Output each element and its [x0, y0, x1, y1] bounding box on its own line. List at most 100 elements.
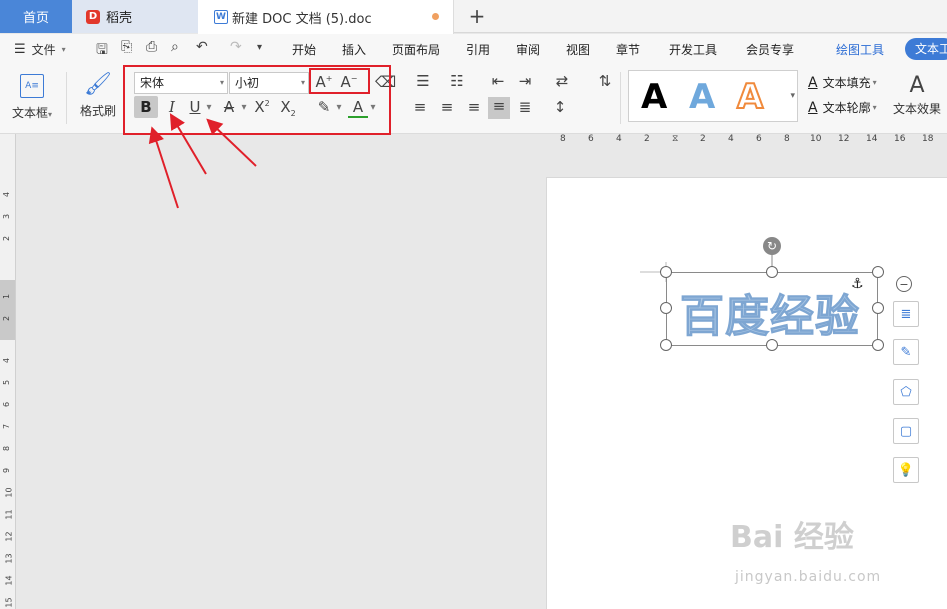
shape-style-brush-icon[interactable]: ✎ — [893, 339, 919, 365]
format-painter-button[interactable]: 🖌 格式刷 — [80, 72, 116, 119]
textbox-button[interactable]: A≡ 文本框▾ — [12, 74, 52, 121]
ruler-tick: 8 — [784, 134, 790, 144]
ruler-tick: 5 — [2, 379, 12, 386]
vertical-ruler: 4 3 2 1 2 4 5 6 7 8 9 10 11 12 13 14 15 — [0, 134, 16, 609]
shape-outline-icon[interactable]: ▢ — [893, 418, 919, 444]
style-black-a[interactable]: A — [641, 77, 667, 117]
text-fill-label: 文本填充 — [822, 76, 871, 90]
hamburger-icon: ☰ — [14, 42, 26, 57]
menu-item-start[interactable]: 开始 — [292, 41, 316, 58]
ruler-tick: 14 — [866, 134, 878, 144]
tab-document[interactable]: W 新建 DOC 文档 (5).doc — [198, 0, 454, 34]
resize-handle[interactable] — [872, 302, 884, 314]
menu-item-chapter[interactable]: 章节 — [616, 41, 640, 58]
gallery-more-icon[interactable]: ▾ — [790, 91, 795, 101]
resize-handle[interactable] — [766, 266, 778, 278]
menu-item-dev-tools[interactable]: 开发工具 — [669, 41, 717, 58]
menu-item-member[interactable]: 会员专享 — [746, 41, 794, 58]
textbox-label: 文本框 — [12, 106, 49, 120]
watermark-url: jingyan.baidu.com — [735, 569, 882, 585]
print-icon[interactable]: ⎙ — [146, 39, 157, 55]
text-box-content[interactable]: 百度经验 — [680, 280, 860, 344]
style-orange-outline-a[interactable]: A — [736, 76, 764, 118]
text-effect-icon: A — [909, 73, 925, 98]
text-fill-button[interactable]: A 文本填充 ▾ — [808, 74, 877, 91]
resize-handle[interactable] — [660, 266, 672, 278]
ruler-tick: 6 — [588, 134, 594, 144]
ruler-tick: 14 — [4, 575, 14, 586]
align-center-icon[interactable]: ≡ — [437, 98, 457, 116]
redo-icon[interactable]: ↷ — [230, 39, 242, 55]
ruler-tick: 1 — [2, 293, 12, 300]
bullet-list-icon[interactable]: ☰ — [413, 72, 433, 90]
watermark-logo: Bai 经验 — [730, 520, 854, 555]
separator — [620, 72, 621, 124]
layout-options-icon[interactable]: ≣ — [893, 301, 919, 327]
numbered-list-icon[interactable]: ☷ — [447, 72, 467, 90]
decrease-indent-icon[interactable]: ⇤ — [488, 72, 508, 90]
idea-lightbulb-icon[interactable]: 💡 — [893, 457, 919, 483]
resize-handle[interactable] — [660, 339, 672, 351]
ruler-tick: 4 — [616, 134, 622, 144]
rotate-handle-icon[interactable]: ↻ — [763, 237, 781, 255]
ruler-tick: 8 — [2, 445, 12, 452]
ruler-tick: 6 — [2, 401, 12, 408]
increase-indent-icon[interactable]: ⇥ — [515, 72, 535, 90]
ruler-indent-marker[interactable]: ⧖ — [672, 134, 678, 144]
menu-item-review[interactable]: 审阅 — [516, 41, 540, 58]
tab-text-tools-label: 文本工 — [915, 42, 947, 56]
ruler-tick: 10 — [4, 487, 14, 498]
text-direction-icon[interactable]: ⇄ — [552, 72, 572, 90]
ruler-tick: 4 — [2, 357, 12, 364]
anchor-icon: ⚓ — [851, 276, 864, 292]
ruler-tick: 9 — [2, 467, 12, 474]
separator — [66, 72, 67, 124]
align-right-icon[interactable]: ≡ — [464, 98, 484, 116]
file-menu[interactable]: ☰ 文件 ▾ — [14, 41, 66, 58]
undo-icon[interactable]: ↶ — [196, 39, 208, 55]
sort-icon[interactable]: ⇅ — [595, 72, 615, 90]
style-blue-a[interactable]: A — [689, 77, 715, 117]
ruler-tick: 4 — [2, 191, 12, 198]
chevron-down-icon: ▾ — [872, 78, 877, 87]
resize-handle[interactable] — [766, 339, 778, 351]
unsaved-dot-icon — [432, 13, 439, 20]
file-menu-label: 文件 — [31, 43, 56, 57]
new-tab-plus-icon[interactable]: + — [466, 4, 488, 28]
ruler-tick: 3 — [2, 213, 12, 220]
menu-item-view[interactable]: 视图 — [566, 41, 590, 58]
resize-handle[interactable] — [872, 339, 884, 351]
menu-item-drawing-tools[interactable]: 绘图工具 — [836, 41, 884, 58]
align-left-icon[interactable]: ≡ — [410, 98, 430, 116]
menu-bar: ☰ 文件 ▾ 🖫 ⎘ ⎙ ⌕ ↶ ↷ ▾ 开始 插入 页面布局 引用 审阅 视图… — [0, 34, 947, 64]
tab-home[interactable]: 首页 — [0, 0, 72, 33]
tab-home-label: 首页 — [22, 11, 49, 26]
annotation-arrows — [148, 113, 257, 209]
tab-daoke[interactable]: D 稻壳 — [72, 0, 198, 33]
text-style-gallery[interactable]: A A A ▾ — [628, 70, 798, 122]
menu-item-reference[interactable]: 引用 — [466, 41, 490, 58]
ruler-tick: 12 — [838, 134, 850, 144]
menu-item-page-layout[interactable]: 页面布局 — [392, 41, 440, 58]
tab-bar: 首页 D 稻壳 W 新建 DOC 文档 (5).doc + — [0, 0, 947, 34]
ruler-tick: 8 — [560, 134, 566, 144]
justify-icon[interactable]: ≡ — [488, 97, 510, 119]
quick-access-dropdown-icon[interactable]: ▾ — [257, 42, 262, 53]
ruler-tick: 15 — [4, 597, 14, 608]
print-preview-icon[interactable]: ⌕ — [171, 39, 179, 55]
menu-item-insert[interactable]: 插入 — [342, 41, 366, 58]
tab-text-tools[interactable]: 文本工 — [905, 38, 947, 60]
format-painter-label: 格式刷 — [80, 104, 117, 118]
ruler-tick: 10 — [810, 134, 822, 144]
horizontal-ruler: 8 6 4 2 ⧖ 2 4 6 8 10 12 14 16 18 — [546, 134, 947, 148]
fill-bucket-icon[interactable]: ⬠ — [893, 379, 919, 405]
line-spacing-icon[interactable]: ↕ — [550, 98, 570, 116]
collapse-minus-icon[interactable]: − — [896, 276, 912, 292]
text-effect-button[interactable]: A 文本效果 — [893, 72, 941, 117]
save-icon[interactable]: 🖫 — [96, 39, 108, 63]
resize-handle[interactable] — [660, 302, 672, 314]
distributed-align-icon[interactable]: ≣ — [515, 98, 535, 116]
export-icon[interactable]: ⎘ — [121, 39, 132, 55]
resize-handle[interactable] — [872, 266, 884, 278]
text-outline-button[interactable]: A 文本轮廓 ▾ — [808, 99, 877, 116]
